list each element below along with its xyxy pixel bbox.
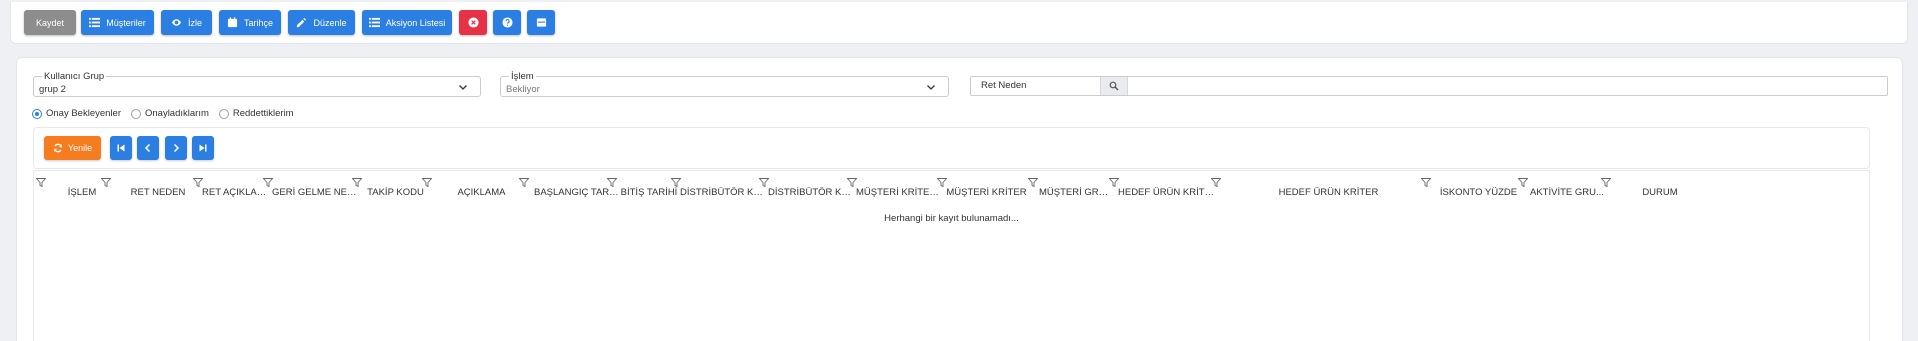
- top-toolbar: Kaydet Müşteriler İzle Tarihçe Düzenle A…: [10, 2, 1908, 44]
- refresh-icon: [53, 143, 63, 153]
- reject-reason-label: Ret Neden: [971, 77, 1101, 95]
- radio-approved-label: Onayladıklarım: [144, 108, 209, 119]
- action-list-button[interactable]: Aksiyon Listesi: [362, 10, 452, 35]
- refresh-button-label: Yenile: [67, 143, 93, 153]
- edit-button-label: Düzenle: [313, 17, 347, 28]
- reject-reason-lookup[interactable]: Ret Neden: [970, 76, 1888, 96]
- user-group-label: Kullanıcı Grup: [42, 71, 107, 82]
- help-button[interactable]: [493, 10, 521, 35]
- window-button[interactable]: [527, 10, 555, 35]
- close-circle-icon: [467, 17, 479, 28]
- user-group-select[interactable]: Kullanıcı Grup grup 2: [33, 71, 481, 97]
- edit-button[interactable]: Düzenle: [288, 10, 355, 35]
- save-button-label: Kaydet: [35, 17, 65, 28]
- history-button-label: Tarihçe: [243, 17, 273, 28]
- radio-rejected-circle[interactable]: [218, 108, 229, 119]
- user-group-value: grup 2: [39, 84, 66, 95]
- window-icon: [536, 18, 546, 27]
- search-icon: [1109, 81, 1119, 91]
- radio-rejected-label: Reddettiklerim: [232, 108, 294, 119]
- track-button[interactable]: İzle: [161, 10, 212, 35]
- question-icon: [501, 17, 513, 28]
- customers-button[interactable]: Müşteriler: [81, 10, 154, 35]
- history-button[interactable]: Tarihçe: [219, 10, 281, 35]
- track-button-label: İzle: [187, 17, 202, 28]
- next-page-button[interactable]: [165, 136, 187, 160]
- cancel-button[interactable]: [459, 10, 487, 35]
- last-page-icon: [199, 144, 207, 152]
- list-icon: [89, 17, 101, 28]
- last-page-button[interactable]: [192, 136, 214, 160]
- process-value: Bekliyor: [506, 84, 540, 95]
- process-select[interactable]: İşlem Bekliyor: [500, 71, 949, 97]
- pencil-icon: [297, 17, 307, 28]
- first-page-icon: [117, 144, 125, 152]
- grid-toolbar: Yenile: [33, 127, 1870, 169]
- approval-filter-radios: Onay Bekleyenler Onayladıklarım Reddetti…: [32, 108, 294, 119]
- chevron-left-icon: [144, 143, 151, 153]
- chevron-down-icon: [459, 85, 467, 90]
- chevron-down-icon: [927, 85, 935, 90]
- refresh-button[interactable]: Yenile: [44, 136, 101, 160]
- customers-button-label: Müşteriler: [106, 17, 146, 28]
- action-list-button-label: Aksiyon Listesi: [385, 17, 446, 28]
- radio-approved-circle[interactable]: [130, 108, 141, 119]
- prev-page-button[interactable]: [137, 136, 159, 160]
- radio-rejected[interactable]: Reddettiklerim: [218, 108, 294, 119]
- empty-message: Herhangi bir kayıt bulunamadı...: [884, 213, 1019, 224]
- calendar-icon: [227, 17, 238, 28]
- filter-icon[interactable]: [1601, 178, 1611, 187]
- radio-pending-circle[interactable]: [32, 108, 42, 119]
- reject-reason-search-button[interactable]: [1101, 77, 1128, 95]
- radio-pending[interactable]: Onay Bekleyenler: [32, 108, 121, 119]
- column-header-label: DURUM: [1642, 187, 1678, 198]
- list-icon: [368, 17, 380, 28]
- data-grid: İŞLEM RET NEDEN RET AÇIKLAMA GERİ GELME NED…: [33, 170, 1870, 341]
- first-page-button[interactable]: [110, 136, 132, 160]
- save-button[interactable]: Kaydet: [24, 10, 76, 35]
- eye-icon: [171, 19, 182, 26]
- radio-approved[interactable]: Onayladıklarım: [130, 108, 209, 119]
- process-label: İşlem: [509, 71, 536, 82]
- radio-pending-label: Onay Bekleyenler: [46, 108, 121, 119]
- column-header[interactable]: DURUM: [34, 178, 1869, 204]
- chevron-right-icon: [173, 143, 180, 153]
